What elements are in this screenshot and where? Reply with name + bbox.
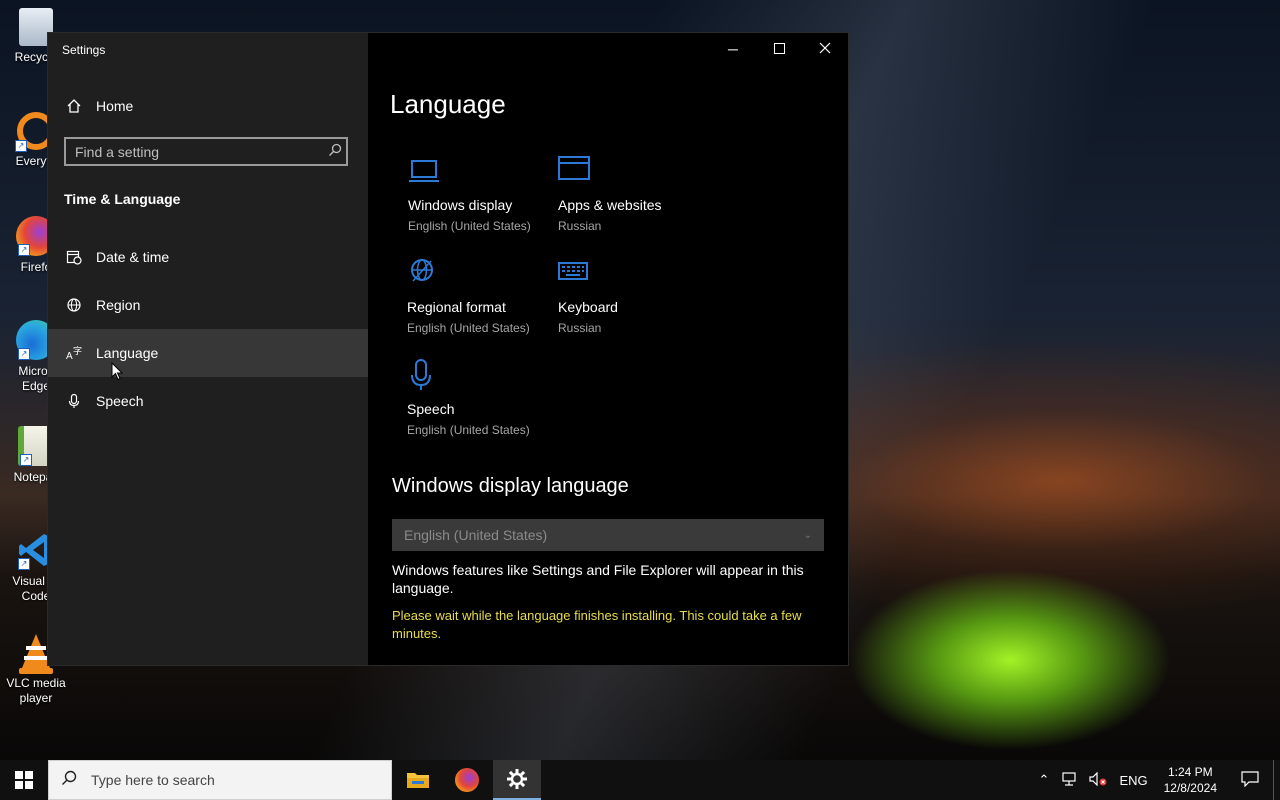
gear-icon <box>507 769 527 789</box>
minimize-button[interactable]: ─ <box>710 33 756 65</box>
tile-name: Speech <box>407 401 455 417</box>
firefox-icon <box>455 768 479 792</box>
tile-keyboard[interactable]: Keyboard Russian <box>558 257 708 335</box>
tile-windows-display[interactable]: Windows display English (United States) <box>408 155 558 233</box>
maximize-button[interactable] <box>756 33 802 65</box>
clock-date: 12/8/2024 <box>1163 781 1217 795</box>
nav-home-label: Home <box>96 98 134 114</box>
tile-value: Russian <box>558 321 602 335</box>
clock-time: 1:24 PM <box>1167 765 1213 779</box>
caption-buttons: ─ <box>710 33 848 65</box>
nav-item-label: Date & time <box>96 249 170 265</box>
tile-value: English (United States) <box>407 321 530 335</box>
folder-icon <box>407 773 429 788</box>
shortcut-arrow-icon: ↗ <box>18 244 30 256</box>
taskbar-search <box>48 760 392 800</box>
windows-logo-icon <box>15 771 33 789</box>
browser-window-icon <box>558 155 708 187</box>
tile-name: Keyboard <box>558 299 618 315</box>
installing-warning: Please wait while the language finishes … <box>392 608 802 641</box>
taskbar-file-explorer[interactable] <box>394 760 442 800</box>
tile-apps-websites[interactable]: Apps & websites Russian <box>558 155 708 233</box>
find-setting-input[interactable] <box>66 142 324 161</box>
page-title: Language <box>390 89 506 119</box>
tile-value: Russian <box>558 219 602 233</box>
keyboard-icon <box>558 257 708 289</box>
tile-value: English (United States) <box>408 219 531 233</box>
section-title: Time & Language <box>64 191 181 207</box>
tile-speech[interactable]: Speech English (United States) <box>407 359 557 437</box>
calendar-clock-icon <box>66 249 82 265</box>
regional-format-icon <box>407 257 557 289</box>
tile-value: English (United States) <box>407 423 530 437</box>
taskbar-firefox[interactable] <box>443 760 491 800</box>
desktop-icon-label: VLC media player <box>6 676 66 705</box>
nav-item-label: Language <box>96 345 159 361</box>
close-icon <box>819 41 831 57</box>
nav-item-label: Region <box>96 297 141 313</box>
display-language-value: English (United States) <box>404 527 548 543</box>
shortcut-arrow-icon: ↗ <box>18 348 30 360</box>
nav-home[interactable]: Home <box>48 89 368 123</box>
chevron-up-icon[interactable]: ⌃ <box>1033 772 1056 788</box>
maximize-icon <box>773 41 785 57</box>
shortcut-arrow-icon: ↗ <box>18 558 30 570</box>
minimize-icon: ─ <box>728 41 738 57</box>
laptop-icon <box>408 155 558 187</box>
home-icon <box>66 98 82 114</box>
microphone-icon <box>66 393 82 409</box>
language-icon: A字 <box>66 345 82 361</box>
system-tray: ⌃ ENG 1:24 PM 12/8/2024 <box>1033 760 1280 800</box>
nav-list: Date & time Region A字 Language Speech <box>48 233 368 425</box>
tile-regional-format[interactable]: Regional format English (United States) <box>407 257 557 335</box>
taskbar: ⌃ ENG 1:24 PM 12/8/2024 <box>0 760 1280 800</box>
settings-window: Settings Home Time & Language Date & tim… <box>48 33 848 665</box>
tile-name: Regional format <box>407 299 506 315</box>
network-icon[interactable] <box>1055 771 1083 789</box>
svg-text:字: 字 <box>73 345 82 356</box>
tile-name: Windows display <box>408 197 513 213</box>
clock[interactable]: 1:24 PM 12/8/2024 <box>1154 764 1227 796</box>
notifications-icon[interactable] <box>1227 770 1273 790</box>
find-setting-search <box>64 137 348 166</box>
taskbar-settings[interactable] <box>493 760 541 800</box>
search-icon[interactable] <box>324 143 346 160</box>
search-icon <box>49 770 89 790</box>
chevron-down-icon: ⌄ <box>803 529 812 541</box>
start-button[interactable] <box>0 760 48 800</box>
nav-item-speech[interactable]: Speech <box>48 377 368 425</box>
show-desktop-button[interactable] <box>1273 760 1280 800</box>
settings-sidebar: Settings Home Time & Language Date & tim… <box>48 33 368 665</box>
svg-text:A: A <box>66 351 73 361</box>
nav-item-region[interactable]: Region <box>48 281 368 329</box>
display-language-heading: Windows display language <box>392 475 629 497</box>
close-button[interactable] <box>802 33 848 65</box>
volume-muted-icon[interactable] <box>1083 771 1113 789</box>
taskbar-search-input[interactable] <box>89 771 373 789</box>
nav-item-date-time[interactable]: Date & time <box>48 233 368 281</box>
window-title: Settings <box>62 43 106 57</box>
settings-content: ─ Language Windows display English (Unit… <box>368 33 848 665</box>
input-language-indicator[interactable]: ENG <box>1113 773 1153 788</box>
display-language-dropdown[interactable]: English (United States) ⌄ <box>392 519 824 551</box>
mouse-cursor-icon <box>111 362 123 381</box>
shortcut-arrow-icon: ↗ <box>15 140 27 152</box>
nav-item-label: Speech <box>96 393 144 409</box>
shortcut-arrow-icon: ↗ <box>20 454 32 466</box>
display-language-description: Windows features like Settings and File … <box>392 562 804 596</box>
nav-item-language[interactable]: A字 Language <box>48 329 368 377</box>
microphone-icon <box>407 359 557 391</box>
globe-icon <box>66 297 82 313</box>
tile-name: Apps & websites <box>558 197 662 213</box>
